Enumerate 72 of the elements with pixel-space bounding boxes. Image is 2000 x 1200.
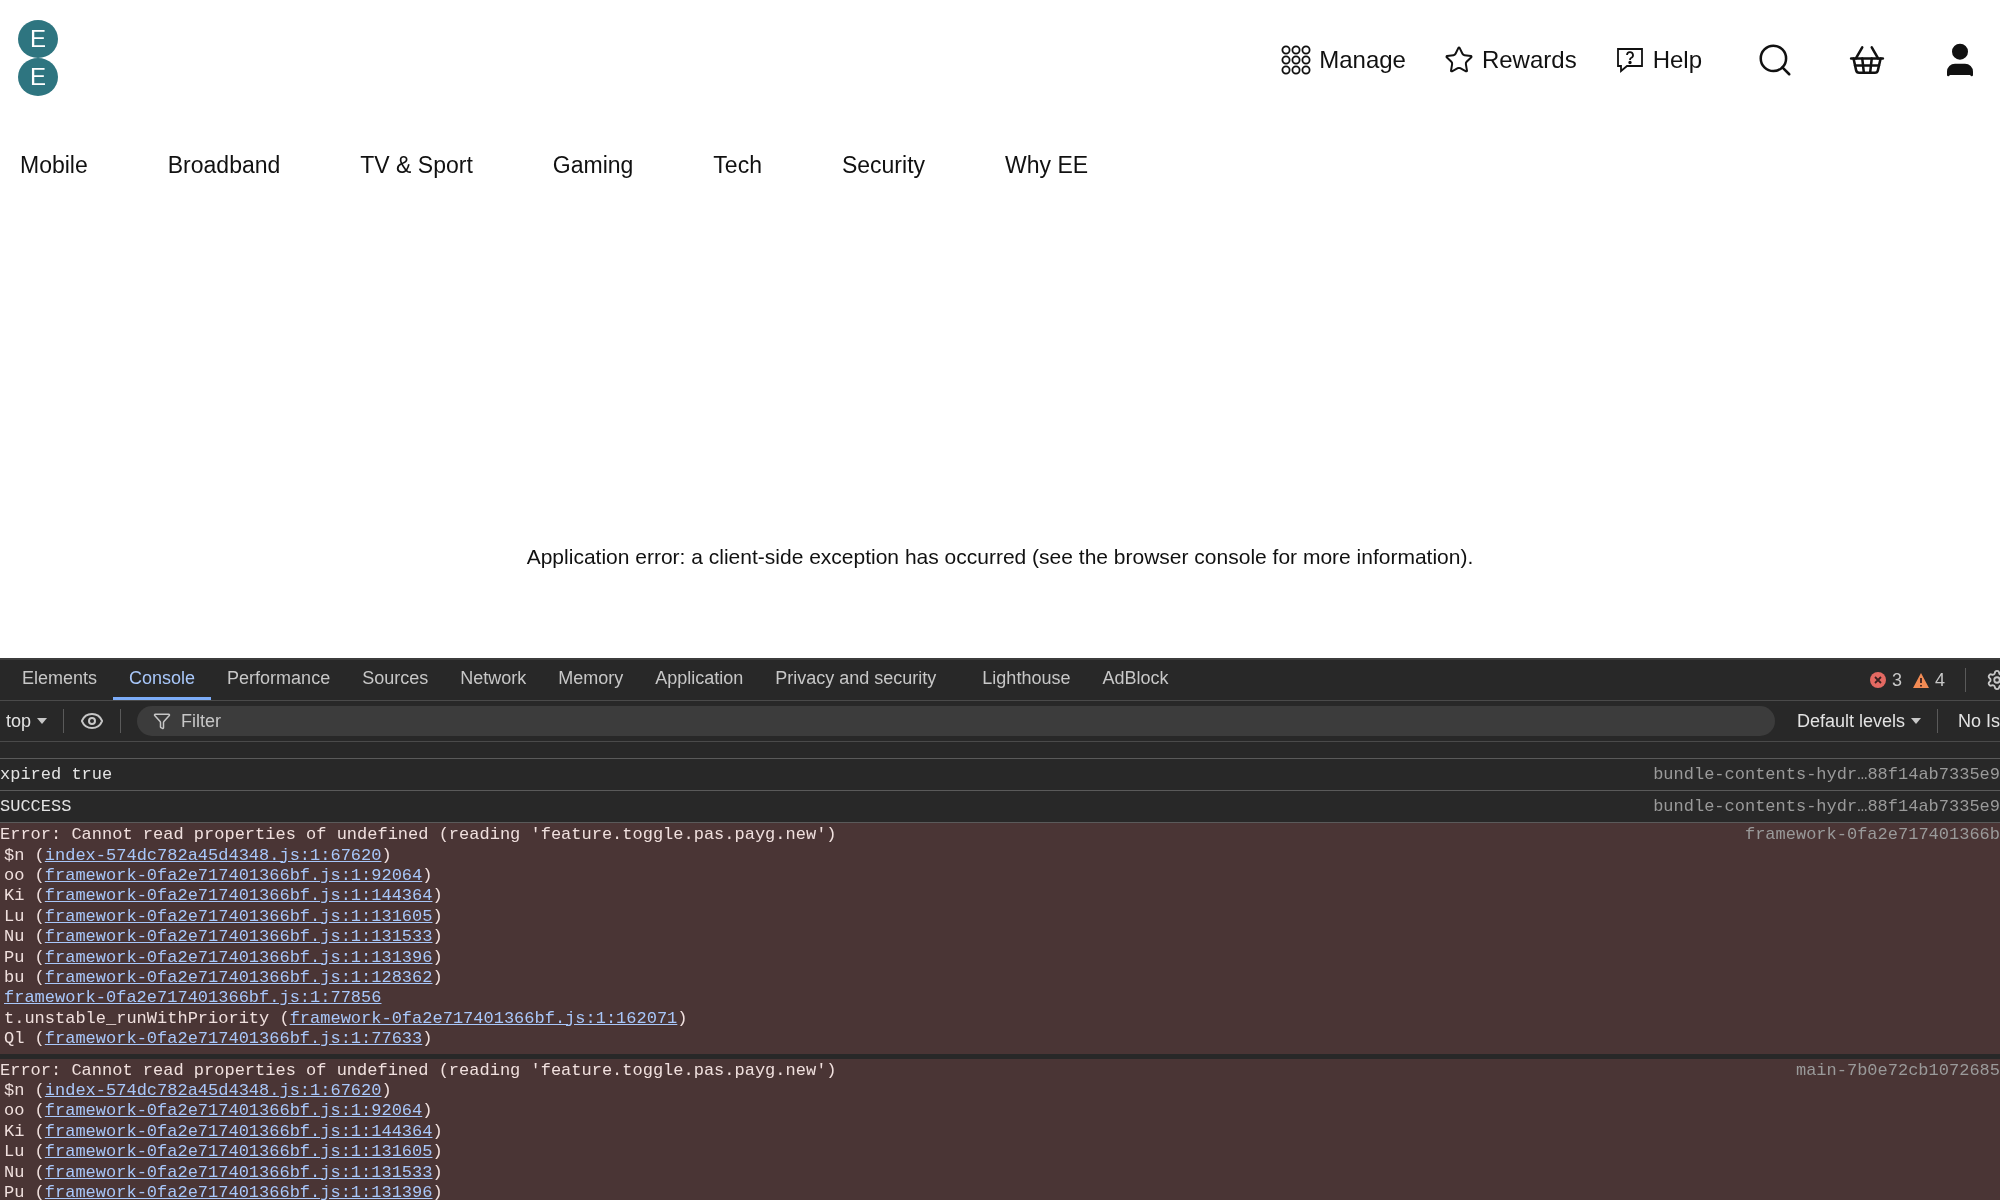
help-icon [1614, 46, 1645, 74]
stack-link[interactable]: framework-0fa2e717401366bf.js:1:131396 [44, 947, 433, 967]
issues-text[interactable]: No Is [1948, 710, 2000, 732]
source-link[interactable]: bundle-contents-hydr…88f14ab7335e9 [1653, 797, 2000, 816]
source-link[interactable]: main-7b0e72cb1072685 [1795, 1060, 2000, 1082]
devtools-tab[interactable]: Network [444, 660, 543, 700]
stack-link[interactable]: framework-0fa2e717401366bf.js:1:131533 [44, 927, 433, 947]
nav-link[interactable]: TV & Sport [360, 152, 473, 179]
log-message: xpired true [0, 765, 113, 784]
stack-link[interactable]: framework-0fa2e717401366bf.js:1:131533 [44, 1162, 433, 1182]
devtools-tab[interactable]: Privacy and security [759, 660, 953, 700]
stack-frame: $n (index-574dc782a45d4348.js:1:67620) [0, 1081, 2000, 1102]
stack-link[interactable]: framework-0fa2e717401366bf.js:1:144364 [44, 886, 433, 906]
nav-link[interactable]: Broadband [167, 152, 281, 179]
error-text: Error: Cannot read properties of undefined (reading 'feature.toggle.pas.payg.new') [0, 1060, 837, 1082]
star-icon [1443, 45, 1474, 75]
devtools-tab[interactable]: Sources [346, 660, 445, 700]
stack-link[interactable]: framework-0fa2e717401366bf.js:1:92064 [44, 865, 423, 885]
stack-frame: Ql (framework-0fa2e717401366bf.js:1:77633) [0, 1029, 2000, 1050]
stack-frame: bu (framework-0fa2e717401366bf.js:1:128362) [0, 967, 2000, 989]
stack-frame: Lu (framework-0fa2e717401366bf.js:1:131605) [0, 1142, 2000, 1163]
stack-link[interactable]: framework-0fa2e717401366bf.js:1:77633 [44, 1029, 423, 1049]
stack-link[interactable]: framework-0fa2e717401366bf.js:1:131605 [44, 906, 433, 926]
stack-link[interactable]: framework-0fa2e717401366bf.js:1:131605 [44, 1142, 433, 1162]
stack-link[interactable]: framework-0fa2e717401366bf.js:1:77856 [4, 988, 382, 1008]
nav-link[interactable]: Security [841, 152, 926, 179]
stack-frame: Pu (framework-0fa2e717401366bf.js:1:131396) [0, 947, 2000, 968]
stack-link[interactable]: index-574dc782a45d4348.js:1:67620 [44, 1081, 382, 1101]
stack-link[interactable]: framework-0fa2e717401366bf.js:1:128362 [44, 967, 433, 987]
stack-frame: Nu (framework-0fa2e717401366bf.js:1:131533) [0, 927, 2000, 948]
levels-dropdown[interactable]: Default levels [1790, 710, 1927, 732]
error-message: Application error: a client-side exception has occurred (see the browser console for more information). [526, 545, 1474, 569]
utility-link[interactable]: Rewards [1443, 45, 1577, 75]
devtools-tab[interactable]: Elements [6, 660, 114, 700]
devtools-tab[interactable]: Performance [211, 660, 347, 700]
devtools-tab[interactable]: Memory [542, 660, 640, 700]
stack-link[interactable]: framework-0fa2e717401366bf.js:1:92064 [44, 1101, 423, 1121]
stack-link[interactable]: framework-0fa2e717401366bf.js:1:131396 [44, 1183, 433, 1200]
devtools-tab[interactable]: Console [113, 660, 212, 700]
source-link[interactable]: framework-0fa2e717401366b [1744, 825, 2000, 846]
stack-frame: oo (framework-0fa2e717401366bf.js:1:92064) [0, 1101, 2000, 1122]
stack-link[interactable]: index-574dc782a45d4348.js:1:67620 [44, 845, 382, 865]
devtools-tab[interactable]: AdBlock [1086, 660, 1185, 700]
stack-frame: Nu (framework-0fa2e717401366bf.js:1:131533) [0, 1162, 2000, 1184]
stack-frame: oo (framework-0fa2e717401366bf.js:1:92064) [0, 865, 2000, 887]
nav-link[interactable]: Tech [713, 152, 762, 179]
stack-frame: Ki (framework-0fa2e717401366bf.js:1:144364) [0, 1121, 2000, 1143]
grid-icon [1281, 45, 1312, 75]
nav-link[interactable]: Mobile [20, 152, 88, 179]
stack-frame: $n (index-574dc782a45d4348.js:1:67620) [0, 845, 2000, 866]
warning-icon [1912, 671, 1930, 689]
utility-link[interactable]: Help [1614, 46, 1702, 74]
log-message: SUCCESS [0, 797, 72, 816]
stack-frame: t.unstable_runWithPriority (framework-0fa2e717401366bf.js:1:162071) [0, 1008, 2000, 1030]
funnel-icon [153, 712, 172, 730]
warning-count[interactable]: 4 [1912, 669, 1945, 691]
stack-frame: Lu (framework-0fa2e717401366bf.js:1:131605) [0, 906, 2000, 928]
source-link[interactable]: bundle-contents-hydr…88f14ab7335e9 [1653, 765, 2000, 784]
devtools-tab[interactable]: Application [639, 660, 760, 700]
error-count[interactable]: 3 [1868, 669, 1902, 691]
nav-link[interactable]: Gaming [552, 152, 634, 179]
error-icon [1868, 671, 1887, 689]
nav-link[interactable]: Why EE [1005, 152, 1089, 179]
stack-link[interactable]: framework-0fa2e717401366bf.js:1:144364 [44, 1121, 433, 1141]
utility-link[interactable]: Manage [1281, 45, 1406, 75]
devtools-tab[interactable]: Lighthouse [966, 660, 1087, 700]
stack-link[interactable]: framework-0fa2e717401366bf.js:1:162071 [289, 1008, 678, 1028]
filter-field[interactable]: Filter [137, 706, 1775, 736]
error-text: Error: Cannot read properties of undefined (reading 'feature.toggle.pas.payg.new') [0, 825, 837, 846]
stack-frame: Pu (framework-0fa2e717401366bf.js:1:131396) [0, 1183, 2000, 1200]
context-selector[interactable]: top [0, 710, 54, 732]
stack-frame: Ki (framework-0fa2e717401366bf.js:1:144364) [0, 886, 2000, 907]
